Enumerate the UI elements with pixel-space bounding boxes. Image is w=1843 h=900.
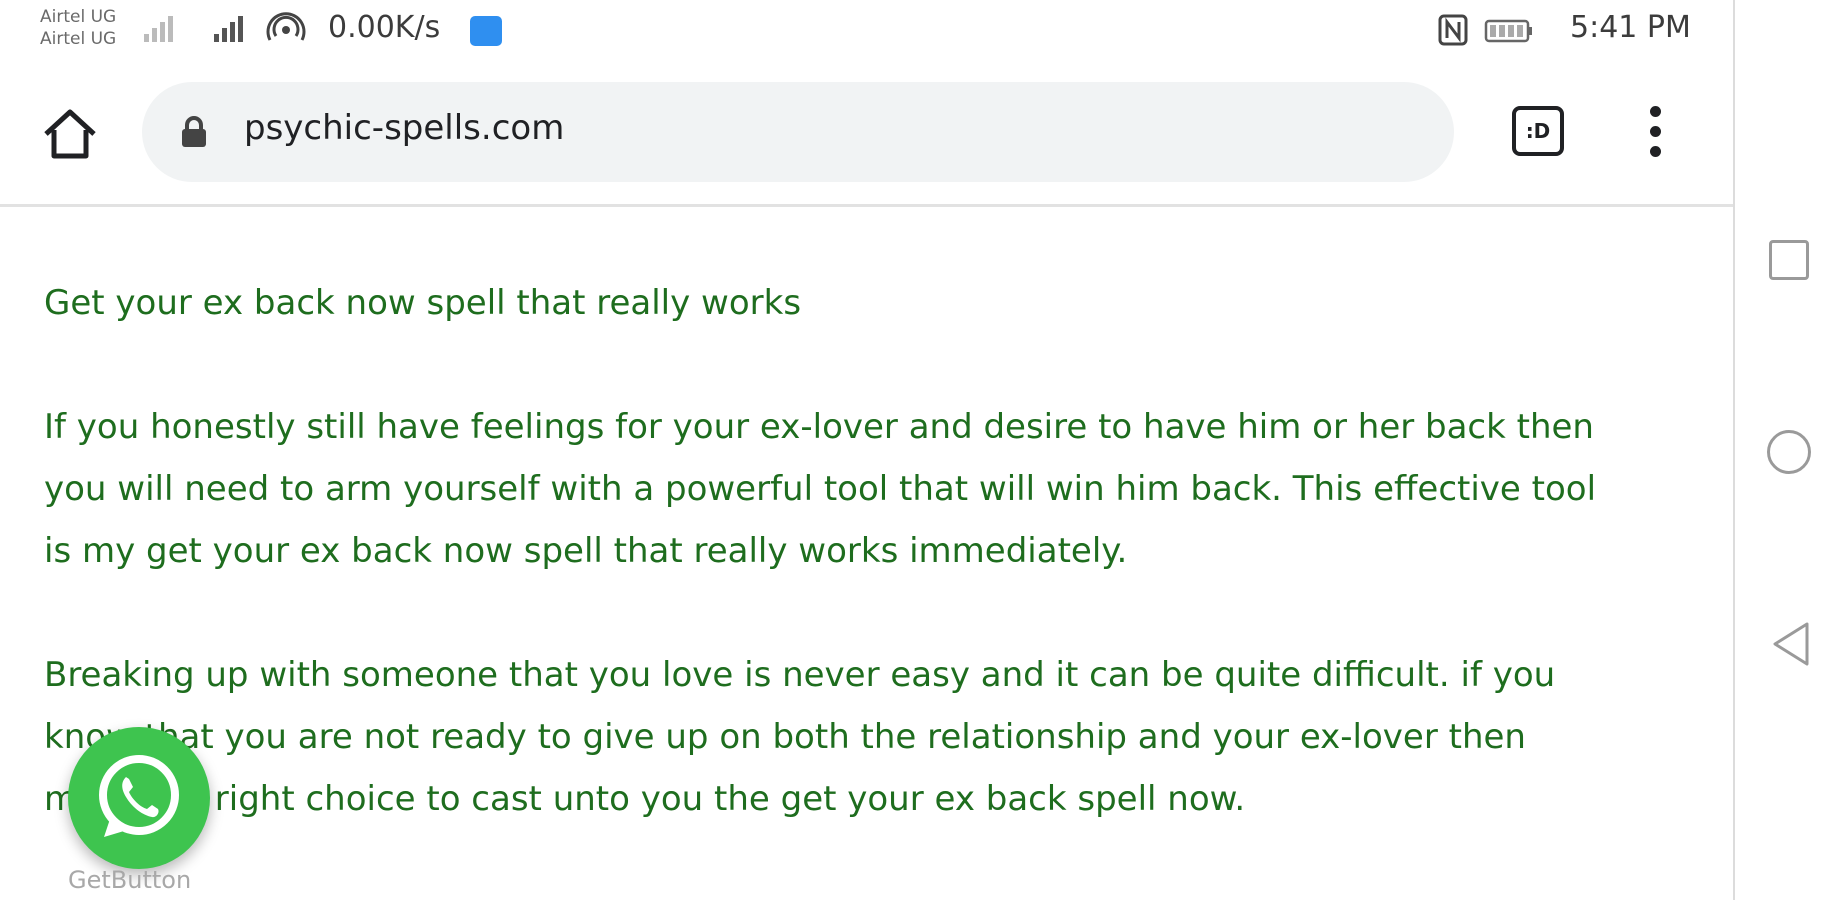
recent-apps-icon[interactable] [1769,240,1809,280]
whatsapp-button[interactable] [68,727,210,869]
paragraph-2: Breaking up with someone that you love i… [44,644,1704,830]
system-nav-bar [1735,0,1843,900]
paragraph-line: make the right choice to cast unto you t… [44,779,1246,819]
carrier-1: Airtel UG [40,7,117,27]
article-heading: Get your ex back now spell that really w… [44,283,802,323]
home-icon[interactable] [40,104,100,164]
status-bar: Airtel UG Airtel UG 0.00K/s 5:41 PM [0,0,1733,64]
browser-toolbar: psychic-spells.com :D [0,64,1733,207]
home-circle-icon[interactable] [1767,430,1811,474]
page-content: Get your ex back now spell that really w… [44,272,1704,830]
carrier-info: Airtel UG Airtel UG [40,6,116,50]
battery-icon [1484,19,1532,43]
paragraph-line: If you honestly still have feelings for … [44,407,1594,447]
whatsapp-icon [99,755,179,837]
hotspot-icon [266,12,306,41]
getbutton-label[interactable]: GetButton [68,866,191,894]
network-speed: 0.00K/s [328,10,441,45]
status-time: 5:41 PM [1570,10,1691,45]
url-text[interactable]: psychic-spells.com [244,108,564,148]
paragraph-line: know that you are not ready to give up o… [44,717,1526,757]
phone-screen: Airtel UG Airtel UG 0.00K/s 5:41 PM psyc… [0,0,1735,900]
paragraph-line: you will need to arm yourself with a pow… [44,469,1597,509]
back-icon[interactable] [1769,620,1813,668]
carrier-2: Airtel UG [40,29,117,49]
paragraph-1: If you honestly still have feelings for … [44,396,1704,582]
lock-icon [182,116,206,147]
tab-switcher-button[interactable]: :D [1512,106,1564,156]
paragraph-line: is my get your ex back now spell that re… [44,531,1128,571]
signal-icon [144,16,173,42]
paragraph-line: Breaking up with someone that you love i… [44,655,1556,695]
more-vert-icon[interactable] [1640,104,1670,160]
address-bar[interactable]: psychic-spells.com [142,82,1454,182]
signal-icon [214,16,243,42]
nfc-icon [1438,14,1468,46]
app-notification-icon [470,16,502,46]
